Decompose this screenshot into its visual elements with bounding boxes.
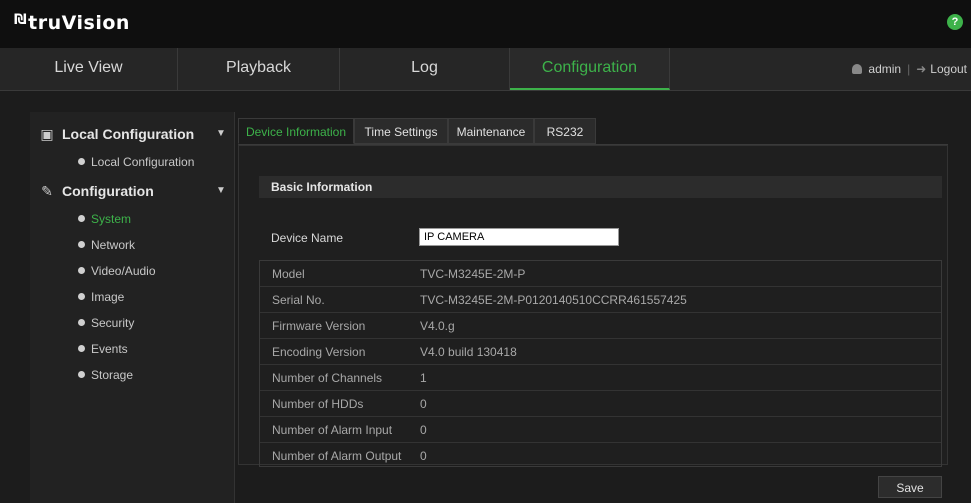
table-row: Serial No. TVC-M3245E-2M-P0120140510CCRR…	[260, 287, 941, 313]
user-area: admin | ➜ Logout	[852, 48, 967, 90]
truvision-logo: ₪truVision	[14, 12, 130, 34]
row-key: Serial No.	[272, 293, 325, 307]
subtab-rs232[interactable]: RS232	[534, 118, 596, 144]
row-key: Number of Alarm Input	[272, 423, 393, 437]
device-name-label: Device Name	[271, 231, 344, 245]
table-row: Number of Channels 1	[260, 365, 941, 391]
sidebar-item-local-configuration[interactable]: Local Configuration	[78, 152, 194, 172]
bullet-icon	[78, 267, 85, 275]
logout-link[interactable]: Logout	[930, 62, 967, 76]
bullet-icon	[78, 371, 85, 379]
table-row: Number of Alarm Input 0	[260, 417, 941, 443]
wrench-icon: ✎	[41, 183, 53, 199]
row-value: V4.0.g	[420, 319, 455, 333]
bullet-icon	[78, 293, 85, 301]
sidebar-item-storage[interactable]: Storage	[78, 365, 133, 385]
bullet-icon	[78, 158, 85, 166]
sidebar-header-configuration[interactable]: ✎ Configuration ▼	[30, 179, 234, 203]
bullet-icon	[78, 215, 85, 223]
info-table: Model TVC-M3245E-2M-P Serial No. TVC-M32…	[259, 260, 942, 467]
logout-icon: ➜	[916, 62, 927, 76]
sidebar-item-image[interactable]: Image	[78, 287, 124, 307]
top-bar: ₪truVision ?	[0, 0, 971, 48]
sidebar-item-label: Security	[91, 316, 135, 330]
brand-mark-icon: ₪	[14, 12, 28, 28]
chevron-down-icon[interactable]: ▼	[216, 122, 226, 146]
sidebar-item-video-audio[interactable]: Video/Audio	[78, 261, 156, 281]
content-area: Device Information Time Settings Mainten…	[238, 118, 948, 503]
sidebar-item-events[interactable]: Events	[78, 339, 128, 359]
row-value: TVC-M3245E-2M-P	[420, 267, 526, 281]
sidebar-item-label: Video/Audio	[91, 264, 156, 278]
sidebar-item-label: Local Configuration	[91, 155, 195, 169]
row-value: 0	[420, 449, 427, 463]
tab-log[interactable]: Log	[340, 48, 510, 90]
sidebar-item-label: Storage	[91, 368, 134, 382]
sidebar-item-system[interactable]: System	[78, 209, 131, 229]
sidebar-header-label: Local Configuration	[62, 126, 195, 142]
local-config-icon: ▣	[40, 126, 54, 142]
subtab-device-information[interactable]: Device Information	[238, 118, 354, 144]
sidebar-item-network[interactable]: Network	[78, 235, 135, 255]
chevron-down-icon[interactable]: ▼	[216, 179, 226, 203]
row-value: 1	[420, 371, 427, 385]
section-title: Basic Information	[259, 176, 942, 198]
username: admin	[868, 62, 902, 76]
device-info-panel: Basic Information Device Name Model TVC-…	[238, 145, 948, 467]
tab-configuration[interactable]: Configuration	[510, 48, 670, 90]
separator: |	[907, 62, 911, 76]
row-key: Model	[272, 267, 305, 281]
device-name-input[interactable]	[419, 228, 619, 246]
bullet-icon	[78, 345, 85, 353]
main-nav: Live View Playback Log Configuration	[0, 48, 971, 91]
sidebar-item-label: System	[91, 212, 132, 226]
subtab-bar: Device Information Time Settings Mainten…	[238, 118, 948, 145]
row-value: 0	[420, 423, 427, 437]
brand-name: truVision	[28, 12, 130, 34]
row-value: V4.0 build 130418	[420, 345, 517, 359]
row-key: Encoding Version	[272, 345, 366, 359]
sidebar-header-local-configuration[interactable]: ▣ Local Configuration ▼	[30, 122, 234, 146]
table-row: Firmware Version V4.0.g	[260, 313, 941, 339]
sidebar-header-label: Configuration	[62, 183, 154, 199]
save-button[interactable]: Save	[878, 476, 942, 498]
row-key: Firmware Version	[272, 319, 366, 333]
row-value: TVC-M3245E-2M-P0120140510CCRR461557425	[420, 293, 687, 307]
table-row: Number of Alarm Output 0	[260, 443, 941, 469]
tab-live-view[interactable]: Live View	[0, 48, 178, 90]
help-icon[interactable]: ?	[947, 14, 963, 30]
sidebar-item-label: Network	[91, 238, 136, 252]
row-key: Number of Alarm Output	[272, 449, 402, 463]
table-row: Number of HDDs 0	[260, 391, 941, 417]
bullet-icon	[78, 319, 85, 327]
sidebar-item-security[interactable]: Security	[78, 313, 134, 333]
subtab-time-settings[interactable]: Time Settings	[354, 118, 448, 144]
sidebar: ▣ Local Configuration ▼ Local Configurat…	[30, 112, 235, 503]
sidebar-item-label: Image	[91, 290, 125, 304]
table-row: Model TVC-M3245E-2M-P	[260, 261, 941, 287]
row-key: Number of HDDs	[272, 397, 364, 411]
bullet-icon	[78, 241, 85, 249]
table-row: Encoding Version V4.0 build 130418	[260, 339, 941, 365]
row-key: Number of Channels	[272, 371, 383, 385]
user-icon	[852, 63, 863, 74]
sidebar-item-label: Events	[91, 342, 128, 356]
tab-playback[interactable]: Playback	[178, 48, 340, 90]
row-value: 0	[420, 397, 427, 411]
subtab-maintenance[interactable]: Maintenance	[448, 118, 534, 144]
